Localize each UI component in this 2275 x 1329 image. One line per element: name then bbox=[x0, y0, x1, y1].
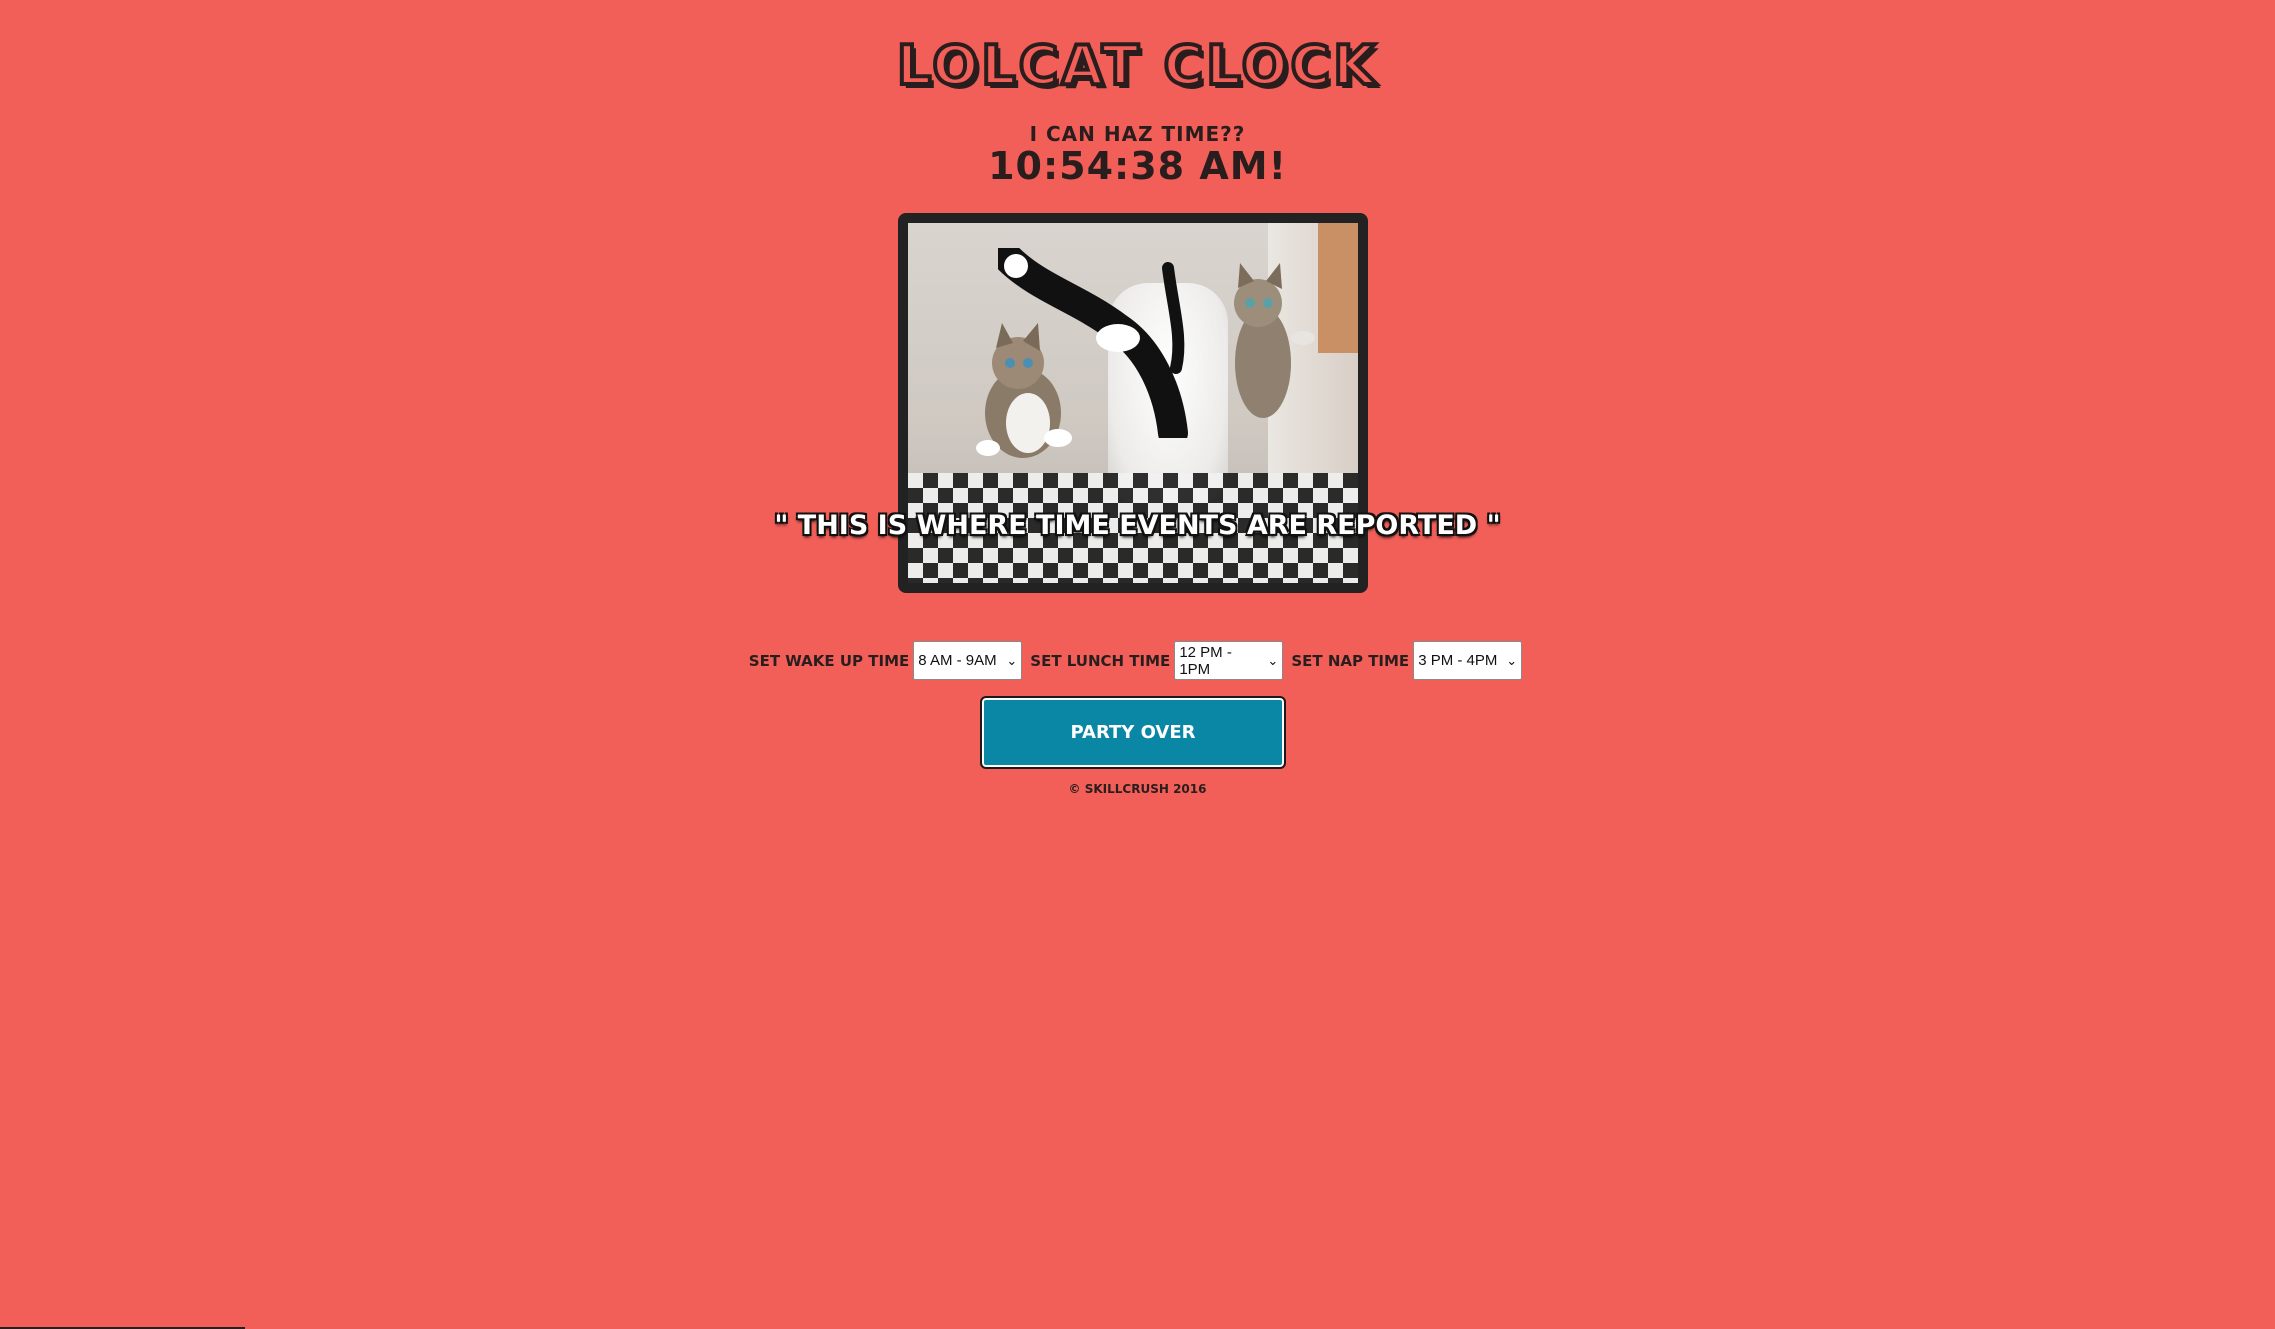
lunch-time-label: Set lunch time bbox=[1030, 651, 1171, 670]
kitten-middle bbox=[998, 248, 1188, 438]
wake-time-select[interactable]: 8 AM - 9AM ⌄ bbox=[913, 641, 1023, 680]
nap-time-label: Set nap time bbox=[1291, 651, 1410, 670]
clock-display: 10:54:38 AM! bbox=[988, 144, 1287, 188]
lunch-time-select[interactable]: 12 PM - 1PM ⌄ bbox=[1174, 641, 1284, 680]
chevron-down-icon: ⌄ bbox=[1506, 652, 1518, 668]
nap-time-value: 3 PM - 4PM bbox=[1418, 652, 1498, 669]
time-event-caption: " THIS IS WHERE TIME EVENTS ARE REPORTED… bbox=[774, 510, 1501, 541]
nap-time-select[interactable]: 3 PM - 4PM ⌄ bbox=[1413, 641, 1523, 680]
time-settings: Set wake up time 8 AM - 9AM ⌄ Set lunch … bbox=[0, 641, 2275, 680]
party-over-button[interactable]: Party Over bbox=[980, 696, 1286, 769]
page-title: Lolcat Clock bbox=[895, 32, 1379, 99]
kitten-right bbox=[1234, 263, 1315, 418]
chevron-down-icon: ⌄ bbox=[1006, 652, 1018, 668]
page: Lolcat Clock I can haz time?? 10:54:38 A… bbox=[0, 0, 2275, 1329]
footer-copyright: © Skillcrush 2016 bbox=[1068, 782, 1207, 796]
lunch-time-value: 12 PM - 1PM bbox=[1179, 643, 1232, 678]
chevron-down-icon: ⌄ bbox=[1267, 652, 1279, 668]
wake-time-label: Set wake up time bbox=[748, 651, 910, 670]
door-frame bbox=[1318, 223, 1358, 353]
clock-subtitle: I can haz time?? bbox=[1029, 122, 1246, 146]
wake-time-value: 8 AM - 9AM bbox=[918, 652, 997, 669]
